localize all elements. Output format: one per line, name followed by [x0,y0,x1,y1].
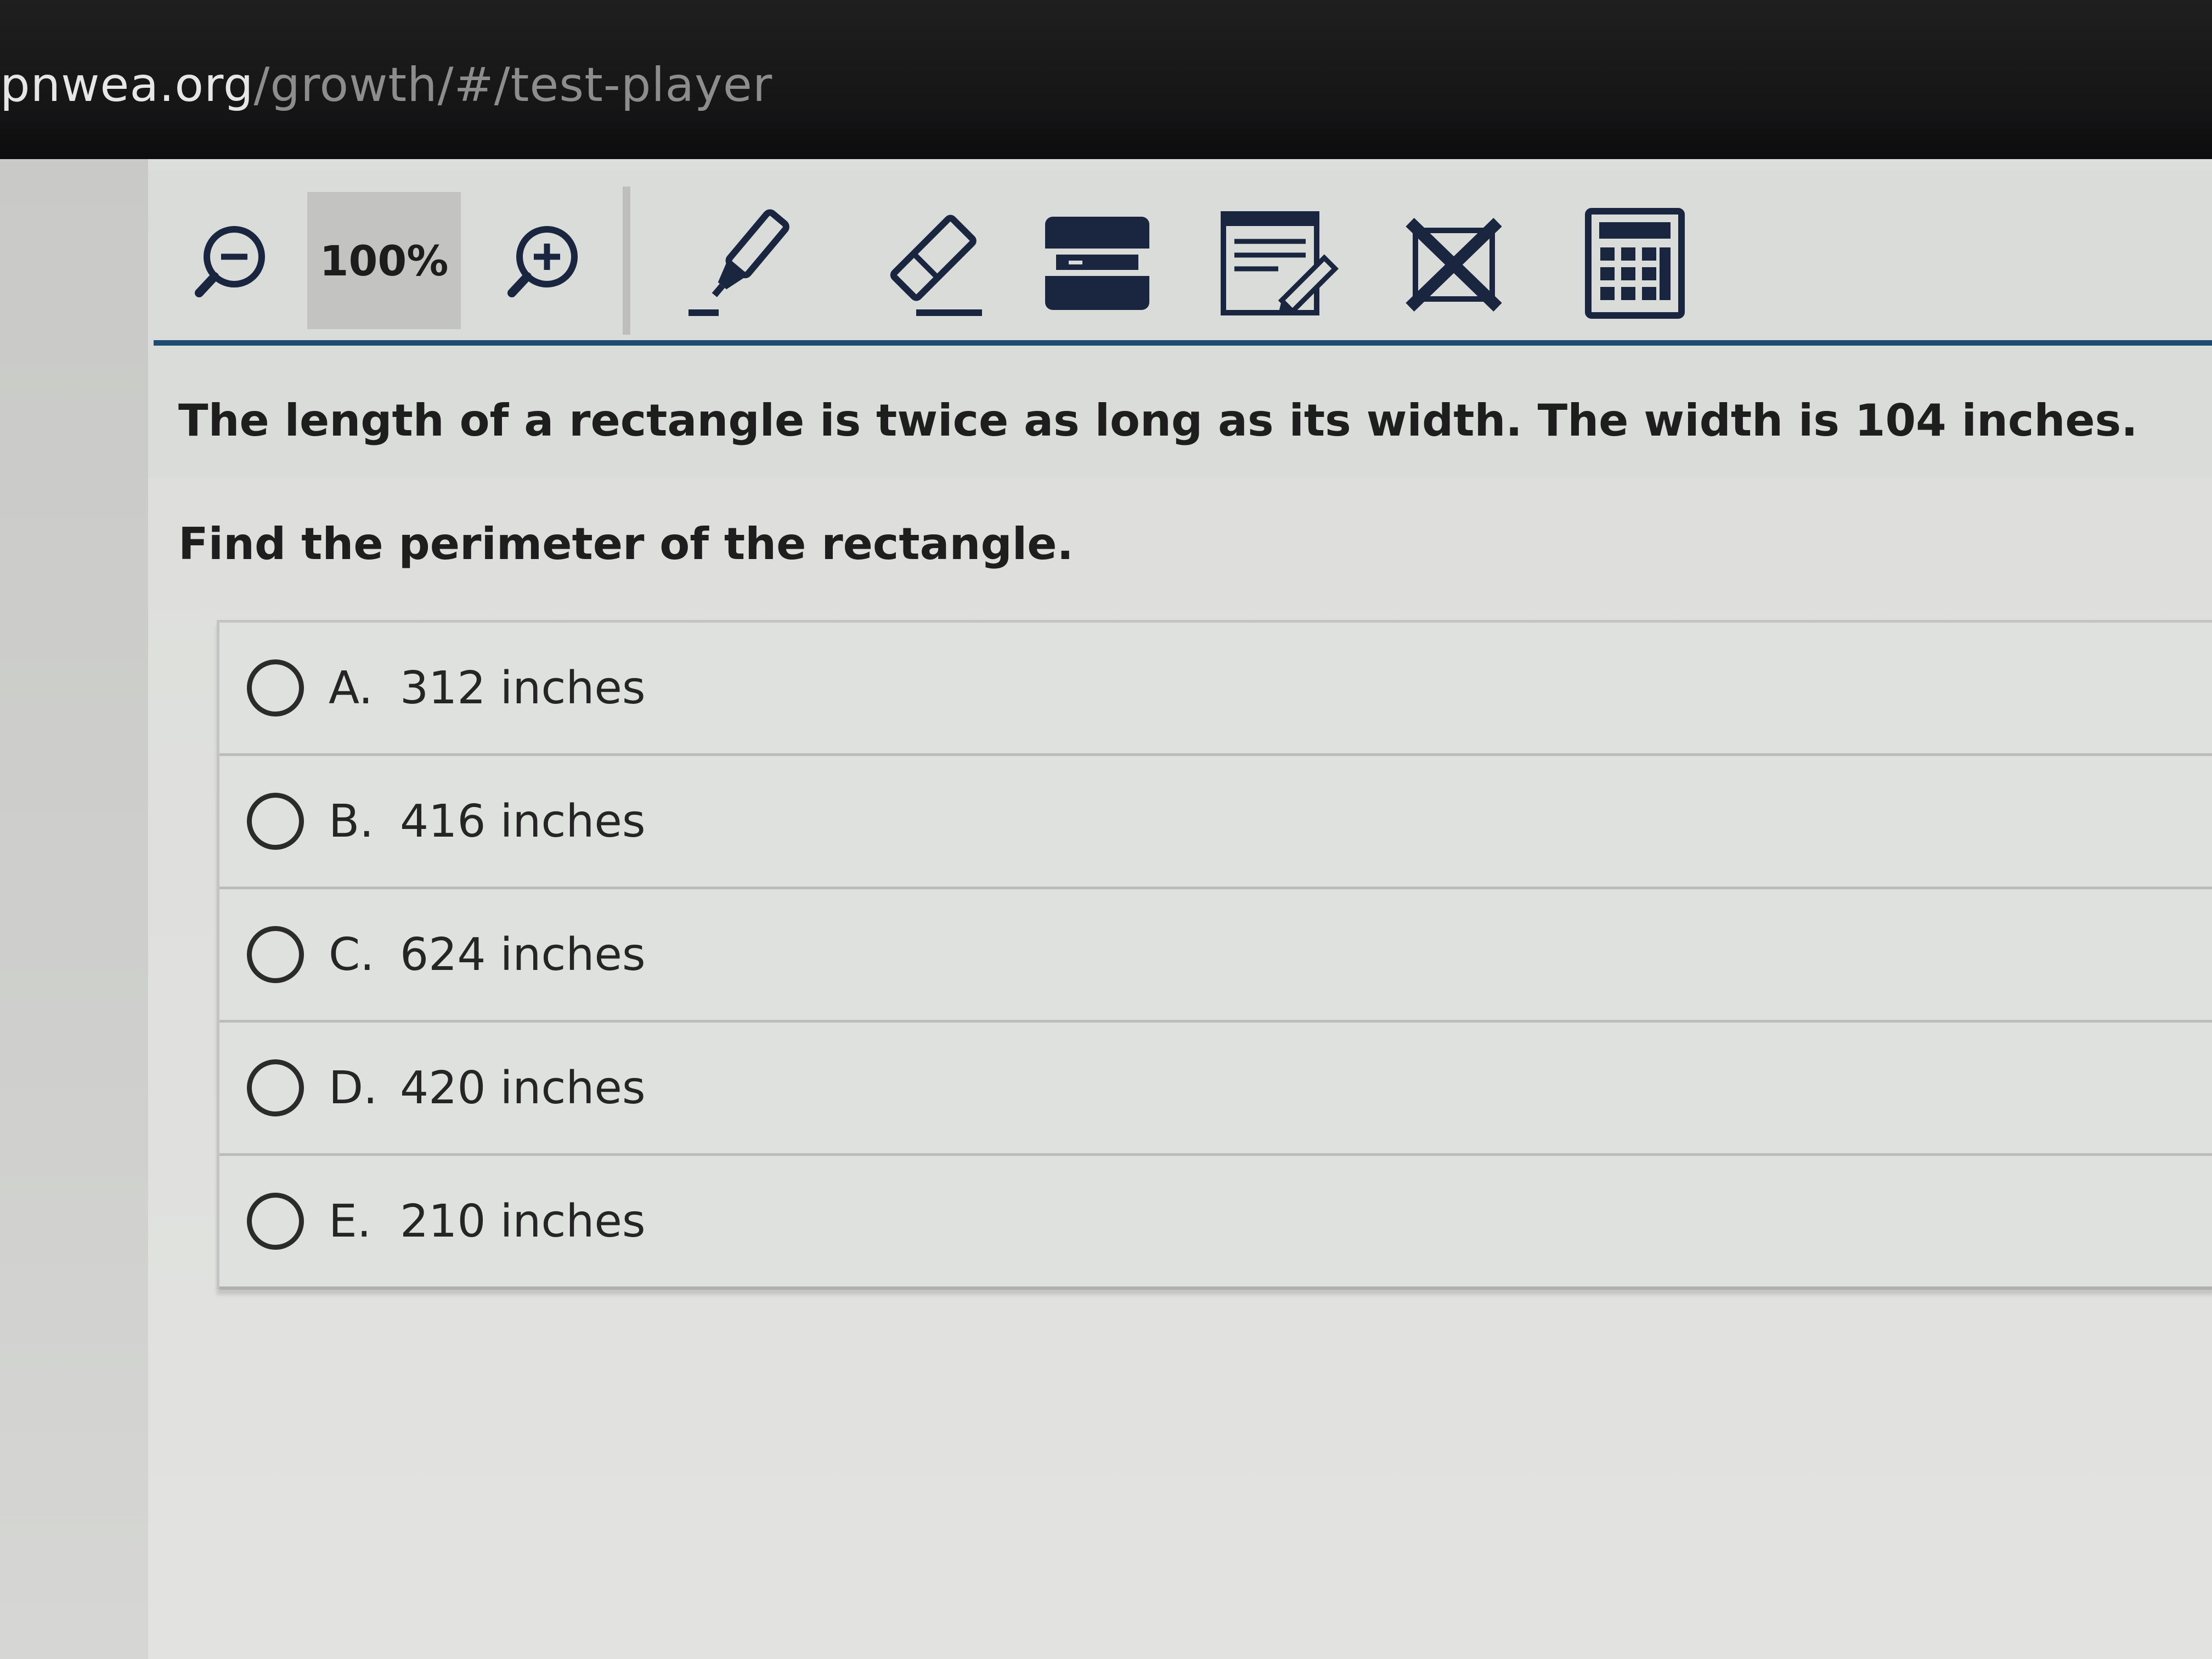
choice-letter: E. [329,1195,371,1248]
choice-b[interactable]: B. 416 inches [219,756,2212,889]
radio-button[interactable] [247,1193,304,1250]
test-player: 100% The length of a rectangle is twice … [148,159,2212,1659]
choice-letter: A. [329,662,373,714]
choice-letter: B. [329,795,374,848]
url-path: /growth/#/test-player [253,58,773,112]
radio-button[interactable] [247,926,304,983]
browser-address-bar: pnwea.org/growth/#/test-player [0,0,2212,159]
zoom-out-button[interactable] [181,211,280,310]
radio-button[interactable] [247,1059,304,1116]
line-reader-button[interactable] [1026,192,1169,335]
choice-c[interactable]: C. 624 inches [219,889,2212,1023]
choice-letter: D. [329,1062,378,1114]
zoom-out-icon [195,226,265,297]
choice-text: 312 inches [400,662,646,714]
eraser-icon [890,215,982,316]
zoom-in-icon [507,226,578,297]
notepad-icon [1221,211,1339,315]
answer-eliminator-button[interactable] [1383,192,1525,335]
url-host: pnwea.org [0,58,254,112]
choice-d[interactable]: D. 420 inches [219,1023,2212,1156]
choice-text: 416 inches [400,795,646,848]
zoom-in-button[interactable] [494,211,592,310]
eraser-button[interactable] [856,192,998,335]
toolbar-bottom-rule [154,340,2212,346]
radio-button[interactable] [247,659,304,716]
radio-button[interactable] [247,793,304,850]
zoom-level: 100% [307,192,461,329]
left-gutter [0,159,165,1659]
choice-text: 420 inches [400,1062,646,1114]
choice-a[interactable]: A. 312 inches [219,623,2212,756]
question-stem: The length of a rectangle is twice as lo… [178,395,2138,446]
toolbar-divider [623,187,630,335]
url-field[interactable]: pnwea.org/growth/#/test-player [0,58,772,112]
line-reader-icon [1045,217,1149,310]
choice-text: 624 inches [400,928,646,981]
choice-e[interactable]: E. 210 inches [219,1156,2212,1290]
highlighter-icon [689,209,789,316]
screen: pnwea.org/growth/#/test-player 100% The … [0,0,2212,1659]
notepad-button[interactable] [1207,192,1350,335]
question-prompt: Find the perimeter of the rectangle. [178,518,1074,569]
choice-letter: C. [329,928,375,981]
calculator-button[interactable] [1564,192,1706,335]
calculator-icon [1585,208,1685,319]
choice-text: 210 inches [400,1195,646,1248]
answer-eliminator-icon [1406,218,1502,312]
highlighter-button[interactable] [669,192,812,335]
answer-choices: A. 312 inches B. 416 inches C. 624 inche… [217,620,2212,1290]
